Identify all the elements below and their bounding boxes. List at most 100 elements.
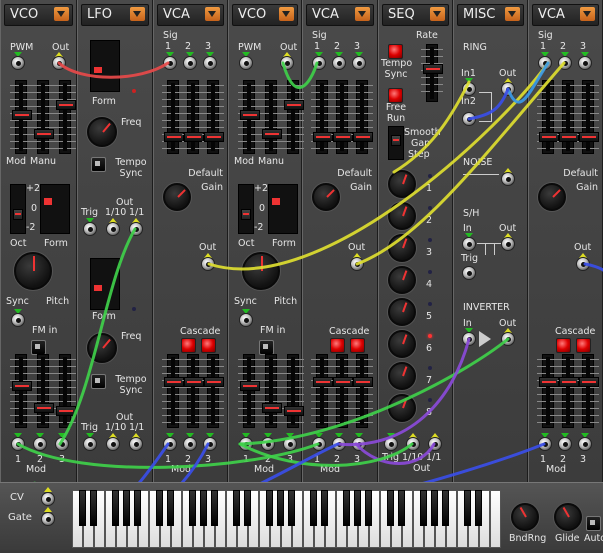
gain-knob[interactable] — [312, 183, 340, 211]
slider-handle[interactable] — [579, 132, 599, 143]
lfo1-form-selector[interactable] — [90, 40, 120, 92]
mod1-jack[interactable] — [239, 437, 253, 451]
black-key[interactable] — [156, 490, 163, 526]
black-key[interactable] — [112, 490, 119, 526]
step4-knob[interactable] — [388, 266, 416, 294]
slider-handle[interactable] — [284, 406, 304, 417]
cascade-left-button[interactable] — [556, 338, 571, 353]
sig1-jack[interactable] — [163, 56, 177, 70]
step1-knob[interactable] — [388, 170, 416, 198]
slider-handle[interactable] — [34, 129, 54, 139]
ring-out-jack[interactable] — [501, 82, 515, 96]
mod3-jack[interactable] — [352, 437, 366, 451]
slider-handle[interactable] — [353, 377, 373, 388]
slider-handle[interactable] — [184, 377, 204, 388]
slider-handle[interactable] — [164, 377, 184, 388]
slider-handle[interactable] — [579, 377, 599, 388]
lfo2-form-selector[interactable] — [90, 258, 120, 310]
in1-jack[interactable] — [462, 82, 476, 96]
mod3-jack[interactable] — [578, 437, 592, 451]
black-key[interactable] — [244, 490, 251, 526]
mod3-jack[interactable] — [203, 437, 217, 451]
mod2-slider[interactable] — [557, 354, 579, 428]
step2-knob[interactable] — [388, 202, 416, 230]
out-jack[interactable] — [280, 56, 294, 70]
level2-slider[interactable] — [557, 80, 579, 154]
slider-handle[interactable] — [12, 380, 32, 391]
octave-switch[interactable] — [10, 184, 26, 234]
pwm-mod-slider[interactable] — [32, 80, 54, 154]
sig3-jack[interactable] — [578, 56, 592, 70]
black-key[interactable] — [288, 490, 295, 526]
slider-handle[interactable] — [333, 132, 353, 143]
sync-jack[interactable] — [11, 313, 25, 327]
mod1-jack[interactable] — [11, 437, 25, 451]
slider-handle[interactable] — [184, 132, 204, 143]
black-key[interactable] — [189, 490, 196, 526]
black-key[interactable] — [365, 490, 372, 526]
cascade-right-button[interactable] — [576, 338, 591, 353]
in2-jack[interactable] — [462, 112, 476, 126]
fm2-slider[interactable] — [260, 354, 282, 428]
slider-handle[interactable] — [164, 132, 184, 143]
mod3-jack[interactable] — [55, 437, 69, 451]
slider-handle[interactable] — [559, 377, 579, 388]
tempo-sync-button[interactable] — [388, 44, 403, 59]
black-key[interactable] — [431, 490, 438, 526]
lfo1-div1-jack[interactable] — [129, 222, 143, 236]
mod3-slider[interactable] — [202, 354, 224, 428]
lfo1-trig-jack[interactable] — [83, 222, 97, 236]
mod-slider[interactable] — [238, 80, 260, 154]
octave-switch[interactable] — [238, 184, 254, 234]
fm-toggle-button[interactable] — [259, 340, 274, 355]
slider-handle[interactable] — [284, 100, 304, 111]
out-jack[interactable] — [576, 257, 590, 271]
glide-knob[interactable] — [554, 503, 582, 531]
white-key[interactable] — [490, 490, 501, 548]
black-key[interactable] — [475, 490, 482, 526]
mod3-slider[interactable] — [351, 354, 373, 428]
sh-in-jack[interactable] — [462, 237, 476, 251]
module-menu-button[interactable] — [580, 7, 595, 21]
out-jack[interactable] — [201, 257, 215, 271]
module-menu-button[interactable] — [430, 7, 445, 21]
cascade-left-button[interactable] — [330, 338, 345, 353]
step5-knob[interactable] — [388, 298, 416, 326]
slider-handle[interactable] — [539, 132, 559, 143]
sig2-jack[interactable] — [183, 56, 197, 70]
mod2-jack[interactable] — [558, 437, 572, 451]
rate-slider[interactable] — [421, 44, 443, 102]
gate-jack[interactable] — [41, 512, 55, 526]
slider-handle[interactable] — [56, 100, 76, 111]
waveform-selector[interactable] — [268, 184, 298, 234]
black-key[interactable] — [464, 490, 471, 526]
mod2-slider[interactable] — [182, 354, 204, 428]
lfo2-div1-jack[interactable] — [129, 437, 143, 451]
pitch-knob[interactable] — [14, 252, 52, 290]
black-key[interactable] — [398, 490, 405, 526]
mod3-jack[interactable] — [283, 437, 297, 451]
cascade-right-button[interactable] — [350, 338, 365, 353]
mod2-jack[interactable] — [183, 437, 197, 451]
mod-slider[interactable] — [10, 80, 32, 154]
slider-handle[interactable] — [34, 403, 54, 413]
slider-handle[interactable] — [559, 132, 579, 143]
slider-handle[interactable] — [240, 380, 260, 391]
module-menu-button[interactable] — [279, 7, 294, 21]
cascade-right-button[interactable] — [201, 338, 216, 353]
slider-handle[interactable] — [12, 109, 32, 120]
module-menu-button[interactable] — [355, 7, 370, 21]
div1-jack[interactable] — [428, 437, 442, 451]
slider-handle[interactable] — [333, 377, 353, 388]
black-key[interactable] — [134, 490, 141, 526]
module-menu-button[interactable] — [54, 7, 69, 21]
black-key[interactable] — [266, 490, 273, 526]
black-key[interactable] — [123, 490, 130, 526]
lfo2-freq-knob[interactable] — [87, 333, 117, 363]
sig1-jack[interactable] — [538, 56, 552, 70]
gain-knob[interactable] — [538, 183, 566, 211]
black-key[interactable] — [343, 490, 350, 526]
sig3-jack[interactable] — [203, 56, 217, 70]
sig2-jack[interactable] — [558, 56, 572, 70]
gain-knob[interactable] — [163, 183, 191, 211]
